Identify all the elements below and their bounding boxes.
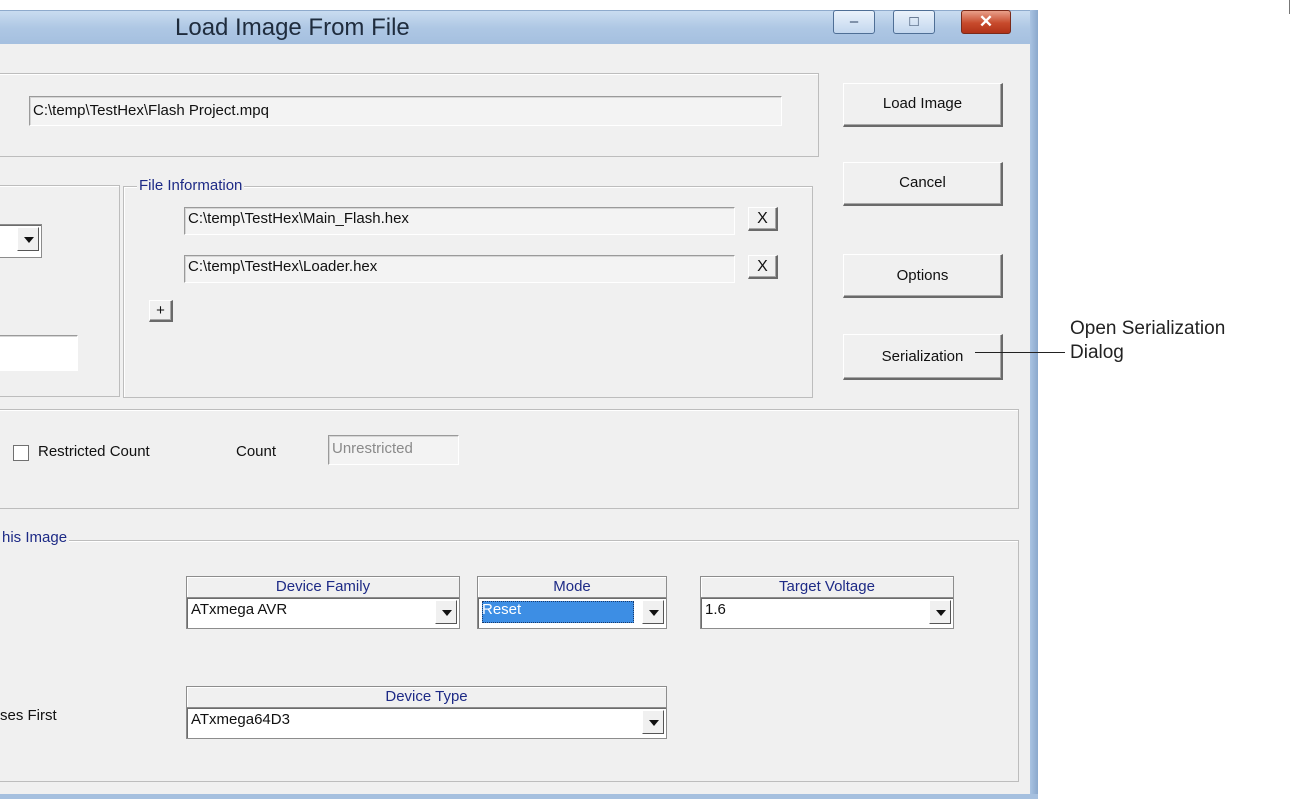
callout-line	[975, 352, 1065, 353]
restore-icon: □	[909, 13, 919, 30]
remove-file-1-button[interactable]: X	[748, 207, 778, 231]
options-button[interactable]: Options	[843, 254, 1003, 298]
target-voltage-value: 1.6	[705, 601, 726, 618]
count-group	[0, 409, 1019, 509]
partial-option-label: ses First	[0, 707, 57, 724]
target-voltage-header: Target Voltage	[700, 576, 954, 598]
divider	[1289, 0, 1290, 14]
callout-text-line2: Dialog	[1070, 342, 1124, 363]
close-icon: X	[757, 210, 768, 227]
device-family-header: Device Family	[186, 576, 460, 598]
close-button[interactable]: ✕	[961, 10, 1011, 34]
device-type-value: ATxmega64D3	[191, 711, 290, 728]
target-voltage-select[interactable]: 1.6	[700, 597, 954, 629]
file-path-1: C:\temp\TestHex\Main_Flash.hex	[188, 210, 409, 227]
cancel-button[interactable]: Cancel	[843, 162, 1003, 206]
chevron-down-icon[interactable]	[17, 227, 39, 251]
restricted-count-checkbox[interactable]	[13, 445, 29, 461]
chevron-down-icon[interactable]	[435, 600, 457, 624]
file-path-field-2[interactable]: C:\temp\TestHex\Loader.hex	[184, 255, 735, 283]
count-label: Count	[236, 443, 277, 460]
restore-button[interactable]: □	[893, 10, 935, 34]
callout-text-line1: Open Serialization	[1070, 318, 1226, 339]
device-type-select[interactable]: ATxmega64D3	[186, 707, 667, 739]
chevron-down-icon[interactable]	[642, 710, 664, 734]
mode-select[interactable]: Reset	[477, 597, 667, 629]
chevron-down-icon[interactable]	[929, 600, 951, 624]
restricted-count-label: Restricted Count	[38, 443, 150, 460]
device-type-header: Device Type	[186, 686, 667, 708]
window-title: Load Image From File	[175, 14, 410, 41]
left-partial-field[interactable]	[0, 335, 78, 371]
file-path-2: C:\temp\TestHex\Loader.hex	[188, 258, 378, 275]
window-border-right	[1030, 10, 1038, 799]
chevron-down-icon[interactable]	[642, 600, 664, 624]
minimize-button[interactable]: –	[833, 10, 875, 34]
mode-header: Mode	[477, 576, 667, 598]
load-image-button[interactable]: Load Image	[843, 83, 1003, 127]
add-file-button[interactable]: +	[149, 300, 173, 322]
title-bar[interactable]	[0, 10, 1034, 45]
close-icon: X	[757, 258, 768, 275]
plus-icon: +	[156, 302, 165, 319]
mode-value: Reset	[482, 601, 522, 618]
left-partial-combo[interactable]	[0, 224, 42, 258]
device-family-value: ATxmega AVR	[191, 601, 288, 618]
count-value: Unrestricted	[332, 440, 413, 457]
serialization-button[interactable]: Serialization	[843, 334, 1003, 380]
file-path-field-1[interactable]: C:\temp\TestHex\Main_Flash.hex	[184, 207, 735, 235]
count-field[interactable]: Unrestricted	[328, 435, 459, 465]
minimize-icon: –	[849, 13, 859, 30]
file-information-legend: File Information	[137, 177, 245, 194]
project-file-field[interactable]: C:\temp\TestHex\Flash Project.mpq	[29, 96, 782, 126]
project-file-path: C:\temp\TestHex\Flash Project.mpq	[33, 102, 269, 119]
device-family-select[interactable]: ATxmega AVR	[186, 597, 460, 629]
image-settings-legend: his Image	[0, 529, 70, 546]
remove-file-2-button[interactable]: X	[748, 255, 778, 279]
close-icon: ✕	[978, 12, 994, 31]
window-border-bottom	[0, 794, 1038, 799]
